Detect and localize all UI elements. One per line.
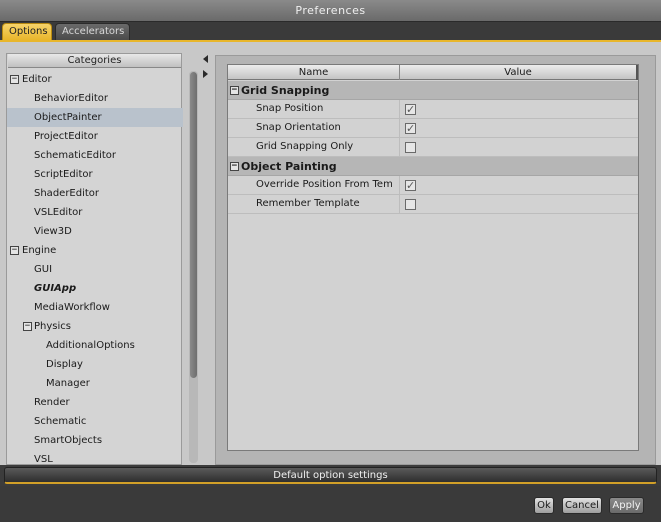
column-divider — [399, 119, 400, 138]
category-item[interactable]: BehaviorEditor — [7, 89, 183, 108]
category-label: ScriptEditor — [34, 169, 93, 180]
tab-options[interactable]: Options — [2, 23, 52, 40]
category-label: AdditionalOptions — [46, 340, 135, 351]
scrollbar-thumb[interactable] — [190, 72, 197, 378]
header-end-divider — [636, 65, 638, 80]
column-divider — [399, 100, 400, 119]
column-header-value[interactable]: Value — [400, 65, 636, 80]
category-label: Schematic — [34, 416, 87, 427]
property-grid-header: Name Value — [228, 65, 638, 80]
tab-bar: Options Accelerators — [0, 22, 661, 40]
property-group[interactable]: − Grid Snapping — [228, 81, 638, 100]
category-label: VSLEditor — [34, 207, 83, 218]
category-item[interactable]: AdditionalOptions — [7, 336, 183, 355]
category-label: Engine — [22, 245, 57, 256]
column-header-name[interactable]: Name — [228, 65, 400, 80]
preferences-window: Preferences Options Accelerators Categor… — [0, 0, 661, 522]
category-item[interactable]: − Engine — [7, 241, 183, 260]
property-name: Snap Orientation — [256, 122, 341, 133]
category-item[interactable]: Render — [7, 393, 183, 412]
collapse-icon[interactable]: − — [230, 162, 239, 171]
checkbox-unchecked[interactable] — [405, 199, 416, 210]
collapse-icon[interactable]: − — [10, 246, 19, 255]
property-group[interactable]: − Object Painting — [228, 157, 638, 176]
apply-button[interactable]: Apply — [609, 497, 644, 514]
category-label: GUI — [34, 264, 53, 275]
category-item[interactable]: ObjectPainter — [7, 108, 183, 127]
category-item[interactable]: GUI — [7, 260, 183, 279]
category-item[interactable]: ScriptEditor — [7, 165, 183, 184]
category-item[interactable]: Display — [7, 355, 183, 374]
category-item[interactable]: ShaderEditor — [7, 184, 183, 203]
cancel-button[interactable]: Cancel — [562, 497, 602, 514]
category-item[interactable]: − Physics — [7, 317, 183, 336]
property-name: Override Position From Template — [256, 179, 392, 190]
property-row: Snap Position — [228, 100, 638, 119]
category-item[interactable]: Schematic — [7, 412, 183, 431]
category-item[interactable]: Manager — [7, 374, 183, 393]
expand-right-icon[interactable] — [203, 70, 208, 78]
category-label: Manager — [46, 378, 90, 389]
categories-panel: Categories − Editor BehaviorEditor ObjectPa… — [6, 53, 183, 465]
checkbox-unchecked[interactable] — [405, 142, 416, 153]
tab-accelerators[interactable]: Accelerators — [55, 23, 130, 40]
category-item[interactable]: MediaWorkflow — [7, 298, 183, 317]
collapse-icon[interactable]: − — [23, 322, 32, 331]
category-item[interactable]: VSLEditor — [7, 203, 183, 222]
category-label: GUIApp — [34, 283, 77, 294]
property-group-label: Grid Snapping — [241, 84, 330, 97]
window-title: Preferences — [0, 0, 661, 22]
category-item[interactable]: SchematicEditor — [7, 146, 183, 165]
category-item[interactable]: − Editor — [7, 70, 183, 89]
collapse-icon[interactable]: − — [230, 86, 239, 95]
collapse-left-icon[interactable] — [203, 55, 208, 63]
property-name: Grid Snapping Only — [256, 141, 354, 152]
property-name: Remember Template — [256, 198, 360, 209]
checkbox-checked[interactable] — [405, 101, 416, 119]
category-item[interactable]: VSL — [7, 450, 183, 464]
checkbox-checked[interactable] — [405, 177, 416, 195]
category-label: Physics — [34, 321, 71, 332]
property-row: Override Position From Template — [228, 176, 638, 195]
collapse-icon[interactable]: − — [10, 75, 19, 84]
category-label: SmartObjects — [34, 435, 103, 446]
column-divider — [399, 138, 400, 157]
category-label: Editor — [22, 74, 52, 85]
property-row: Grid Snapping Only — [228, 138, 638, 157]
category-item[interactable]: ProjectEditor — [7, 127, 183, 146]
category-label: VSL — [34, 454, 53, 464]
ok-button[interactable]: Ok — [534, 497, 554, 514]
property-row: Remember Template — [228, 195, 638, 214]
property-name: Snap Position — [256, 103, 324, 114]
category-label: Display — [46, 359, 83, 370]
category-label: SchematicEditor — [34, 150, 116, 161]
categories-tree: − Editor BehaviorEditor ObjectPainter Projec… — [7, 68, 183, 464]
category-label: ObjectPainter — [34, 112, 102, 123]
default-option-settings-button[interactable]: Default option settings — [4, 467, 657, 484]
category-label: MediaWorkflow — [34, 302, 110, 313]
property-row: Snap Orientation — [228, 119, 638, 138]
column-divider — [399, 176, 400, 195]
category-item[interactable]: SmartObjects — [7, 431, 183, 450]
categories-header: Categories — [8, 54, 181, 68]
splitter-arrows — [203, 55, 211, 79]
property-group-label: Object Painting — [241, 160, 337, 173]
column-divider — [399, 195, 400, 214]
category-label: BehaviorEditor — [34, 93, 108, 104]
category-item[interactable]: GUIApp — [7, 279, 183, 298]
categories-scrollbar[interactable] — [189, 71, 198, 463]
checkbox-checked[interactable] — [405, 120, 416, 138]
category-label: ProjectEditor — [34, 131, 98, 142]
category-label: ShaderEditor — [34, 188, 100, 199]
category-label: Render — [34, 397, 70, 408]
dialog-footer: Ok Cancel Apply — [0, 486, 661, 522]
category-item[interactable]: View3D — [7, 222, 183, 241]
property-grid: Name Value −Grid SnappingSnap PositionSn… — [227, 64, 639, 451]
category-label: View3D — [34, 226, 72, 237]
